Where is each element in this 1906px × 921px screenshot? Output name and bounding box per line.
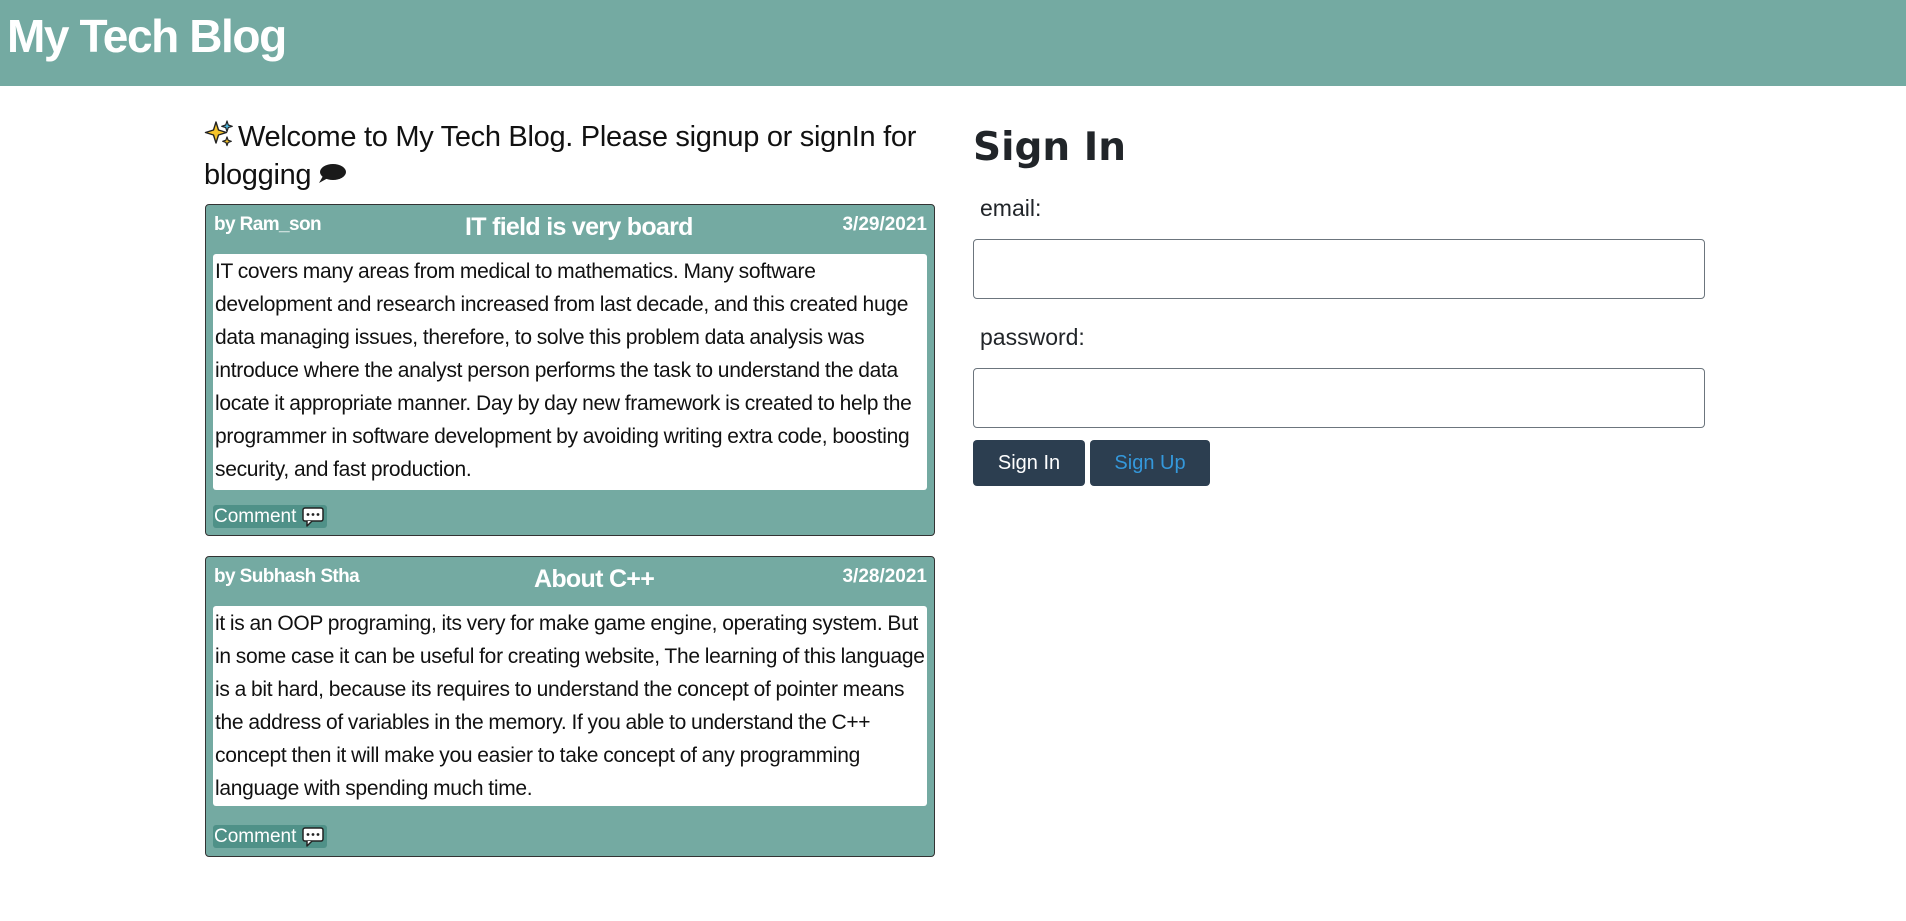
post-date: 3/28/2021 xyxy=(842,566,927,587)
site-title[interactable]: My Tech Blog xyxy=(7,6,287,66)
welcome-text: Welcome to My Tech Blog. Please signup o… xyxy=(204,121,917,191)
signin-heading: Sign In xyxy=(973,125,1126,170)
password-input[interactable] xyxy=(973,368,1705,428)
comment-bubble-icon xyxy=(302,506,325,527)
welcome-message: Welcome to My Tech Blog. Please signup o… xyxy=(204,118,944,194)
sparkles-icon xyxy=(204,120,233,147)
post-author: by Subhash Stha xyxy=(214,566,360,587)
signin-button[interactable]: Sign In xyxy=(973,440,1085,486)
post-body: it is an OOP programing, its very for ma… xyxy=(213,606,927,806)
post-date: 3/29/2021 xyxy=(842,214,927,235)
signup-button[interactable]: Sign Up xyxy=(1090,440,1210,486)
password-label: password: xyxy=(980,324,1085,350)
comment-button[interactable]: Comment xyxy=(213,825,328,848)
post-body: IT covers many areas from medical to mat… xyxy=(213,254,927,490)
site-header: My Tech Blog xyxy=(0,0,1906,86)
comment-button[interactable]: Comment xyxy=(213,505,328,528)
comment-label: Comment xyxy=(214,826,297,847)
speech-bubble-icon xyxy=(319,164,347,183)
email-input[interactable] xyxy=(973,239,1705,299)
blog-post[interactable]: by Subhash Stha About C++ 3/28/2021 it i… xyxy=(205,556,935,857)
blog-post[interactable]: by Ram_son IT field is very board 3/29/2… xyxy=(205,204,935,536)
post-title[interactable]: About C++ xyxy=(534,565,655,594)
post-author: by Ram_son xyxy=(214,214,322,235)
comment-label: Comment xyxy=(214,506,297,527)
email-label: email: xyxy=(980,195,1042,221)
post-title[interactable]: IT field is very board xyxy=(465,213,693,242)
comment-bubble-icon xyxy=(302,826,325,847)
